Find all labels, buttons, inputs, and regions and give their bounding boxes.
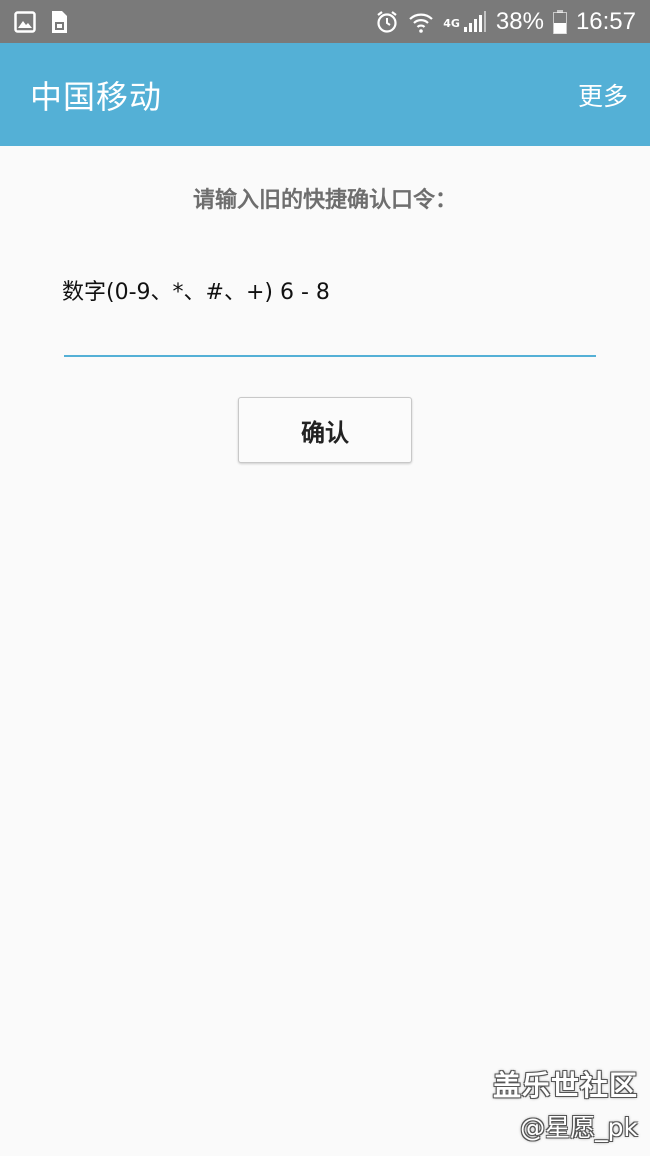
battery-icon bbox=[552, 9, 567, 34]
watermark: 盖乐世社区 @星愿_pk bbox=[493, 1064, 638, 1144]
status-bar-right: 4G 38% 16:57 bbox=[375, 8, 636, 36]
prompt-label: 请输入旧的快捷确认口令： bbox=[192, 188, 457, 213]
network-type-label: 4G bbox=[443, 16, 460, 30]
app-title: 中国移动 bbox=[30, 77, 163, 116]
wifi-icon bbox=[408, 10, 434, 34]
status-bar: 4G 38% 16:57 bbox=[0, 0, 650, 43]
app-bar: 中国移动 更多 bbox=[0, 43, 650, 146]
code-input[interactable] bbox=[64, 300, 596, 357]
more-button[interactable]: 更多 bbox=[578, 77, 628, 113]
image-icon bbox=[14, 10, 36, 33]
battery-percent: 38% bbox=[495, 7, 544, 35]
watermark-community: 盖乐世社区 bbox=[492, 1069, 638, 1102]
clock: 16:57 bbox=[575, 7, 636, 35]
confirm-button[interactable]: 确认 bbox=[238, 397, 412, 463]
status-bar-left bbox=[14, 10, 70, 34]
watermark-author: @星愿_pk bbox=[520, 1113, 638, 1142]
alarm-icon bbox=[375, 10, 399, 34]
signal-icon bbox=[463, 10, 487, 33]
sim-icon bbox=[48, 10, 70, 34]
